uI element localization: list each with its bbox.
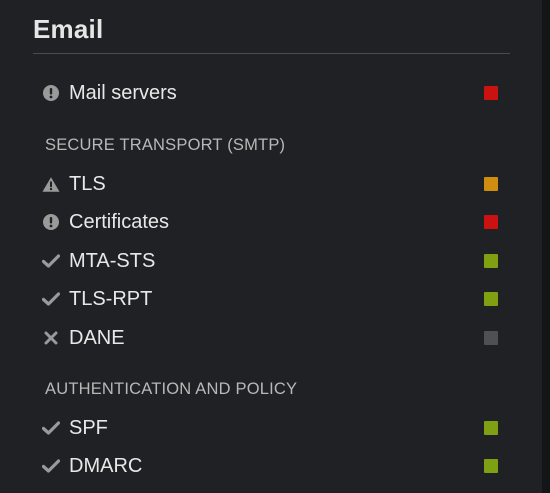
section-heading-authentication-policy: AUTHENTICATION AND POLICY	[45, 380, 298, 398]
email-panel: Email Mail servers SECURE TRANSPORT (SMT…	[0, 0, 542, 493]
check-icon	[42, 290, 60, 308]
check-row-dane[interactable]: DANE	[42, 323, 498, 353]
title-divider	[33, 53, 510, 54]
warning-triangle-icon	[42, 175, 60, 193]
check-label: DANE	[69, 326, 125, 349]
status-indicator	[484, 86, 498, 100]
check-row-mail-servers[interactable]: Mail servers	[42, 78, 498, 108]
exclamation-circle-icon	[42, 84, 60, 102]
check-row-spf[interactable]: SPF	[42, 413, 498, 443]
check-label: MTA-STS	[69, 249, 156, 272]
check-label: Certificates	[69, 210, 170, 233]
check-label: TLS-RPT	[69, 287, 153, 310]
status-indicator	[484, 331, 498, 345]
check-label: SPF	[69, 416, 108, 439]
check-row-mta-sts[interactable]: MTA-STS	[42, 246, 498, 276]
status-indicator	[484, 421, 498, 435]
status-indicator	[484, 177, 498, 191]
status-indicator	[484, 254, 498, 268]
check-label: Mail servers	[69, 81, 177, 104]
x-icon	[42, 329, 60, 347]
exclamation-circle-icon	[42, 213, 60, 231]
panel-title: Email	[33, 14, 104, 44]
status-indicator	[484, 215, 498, 229]
check-row-tls-rpt[interactable]: TLS-RPT	[42, 284, 498, 314]
status-indicator	[484, 292, 498, 306]
check-icon	[42, 419, 60, 437]
check-icon	[42, 252, 60, 270]
section-heading-secure-transport: SECURE TRANSPORT (SMTP)	[45, 136, 286, 154]
check-label: DMARC	[69, 454, 143, 477]
status-indicator	[484, 459, 498, 473]
check-row-certificates[interactable]: Certificates	[42, 207, 498, 237]
check-row-dmarc[interactable]: DMARC	[42, 451, 498, 481]
check-row-tls[interactable]: TLS	[42, 169, 498, 199]
check-icon	[42, 457, 60, 475]
check-label: TLS	[69, 172, 106, 195]
panel-edge	[542, 0, 550, 493]
